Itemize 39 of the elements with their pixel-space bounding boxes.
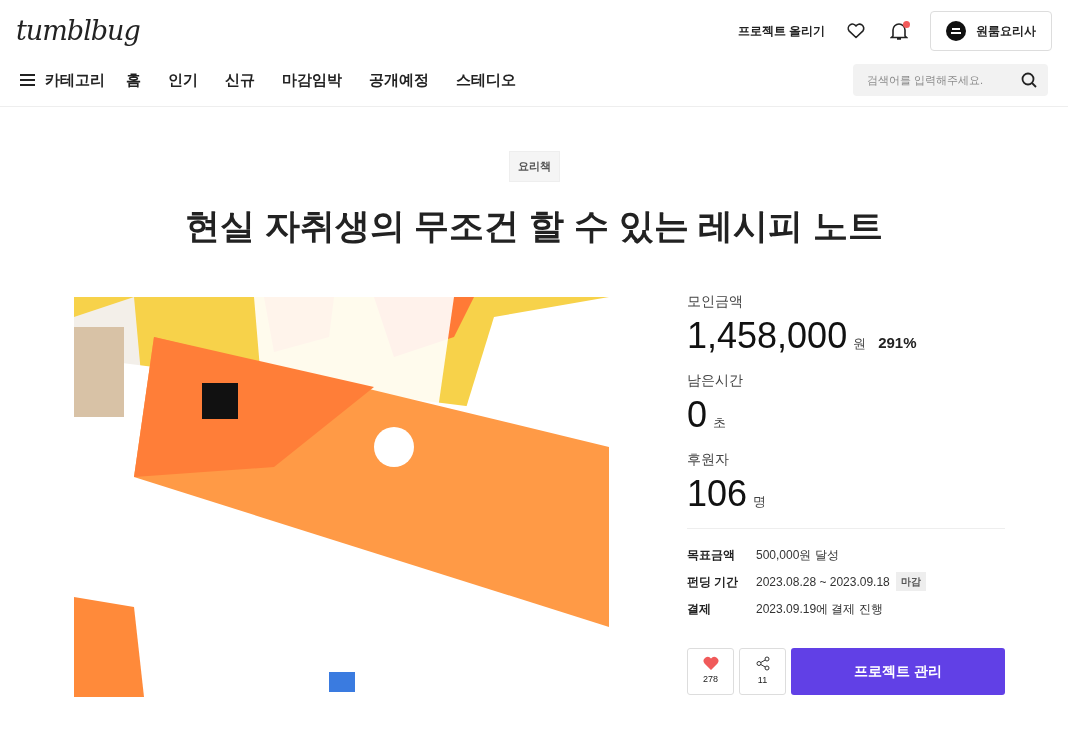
detail-value: 500,000원 달성 xyxy=(756,546,839,564)
stat-unit: 원 xyxy=(853,335,867,353)
heart-icon[interactable] xyxy=(847,23,865,39)
detail-value: 2023.08.28 ~ 2023.09.18 xyxy=(756,573,890,591)
status-badge: 마감 xyxy=(895,572,926,591)
bell-icon[interactable] xyxy=(890,21,908,41)
nav-link[interactable]: 스테디오 xyxy=(456,68,516,92)
stat-unit: 명 xyxy=(753,493,767,511)
like-button[interactable]: 278 xyxy=(687,648,734,695)
profile-button[interactable]: 원룸요리사 xyxy=(930,11,1052,51)
category-tag[interactable]: 요리책 xyxy=(508,151,560,182)
search-icon[interactable] xyxy=(1021,72,1037,88)
share-icon xyxy=(755,655,770,671)
nav-link[interactable]: 홈 xyxy=(126,68,141,92)
avatar-icon xyxy=(946,21,966,41)
stat-percent: 291% xyxy=(878,333,917,353)
stat-value: 0 xyxy=(687,395,708,435)
detail-label: 목표금액 xyxy=(687,546,736,564)
detail-label: 결제 xyxy=(687,600,712,618)
share-button[interactable]: 11 xyxy=(739,648,786,695)
stat-value: 1,458,000 xyxy=(687,316,848,356)
manage-project-button[interactable]: 프로젝트 관리 xyxy=(791,648,1005,695)
stat-unit: 초 xyxy=(713,414,727,432)
project-title: 현실 자취생의 무조건 할 수 있는 레시피 노트 xyxy=(184,204,884,247)
nav-link[interactable]: 공개예정 xyxy=(369,68,429,92)
nav-link[interactable]: 마감임박 xyxy=(282,68,342,92)
stat-label: 남은시간 xyxy=(687,371,744,390)
upload-project-link[interactable]: 프로젝트 올리기 xyxy=(737,22,825,40)
stat-label: 후원자 xyxy=(687,450,730,469)
search-field[interactable]: 검색어를 입력해주세요. xyxy=(853,64,1048,96)
stat-value: 106 xyxy=(687,474,748,514)
category-menu-button[interactable]: 카테고리 xyxy=(20,68,105,92)
menu-icon xyxy=(20,74,35,86)
detail-value: 2023.09.19에 결제 진행 xyxy=(756,600,883,618)
stat-label: 모인금액 xyxy=(687,292,744,311)
logo[interactable]: tumblbug xyxy=(16,10,140,52)
nav-link[interactable]: 신규 xyxy=(225,68,255,92)
detail-label: 펀딩 기간 xyxy=(687,573,740,591)
nav-link[interactable]: 인기 xyxy=(168,68,198,92)
